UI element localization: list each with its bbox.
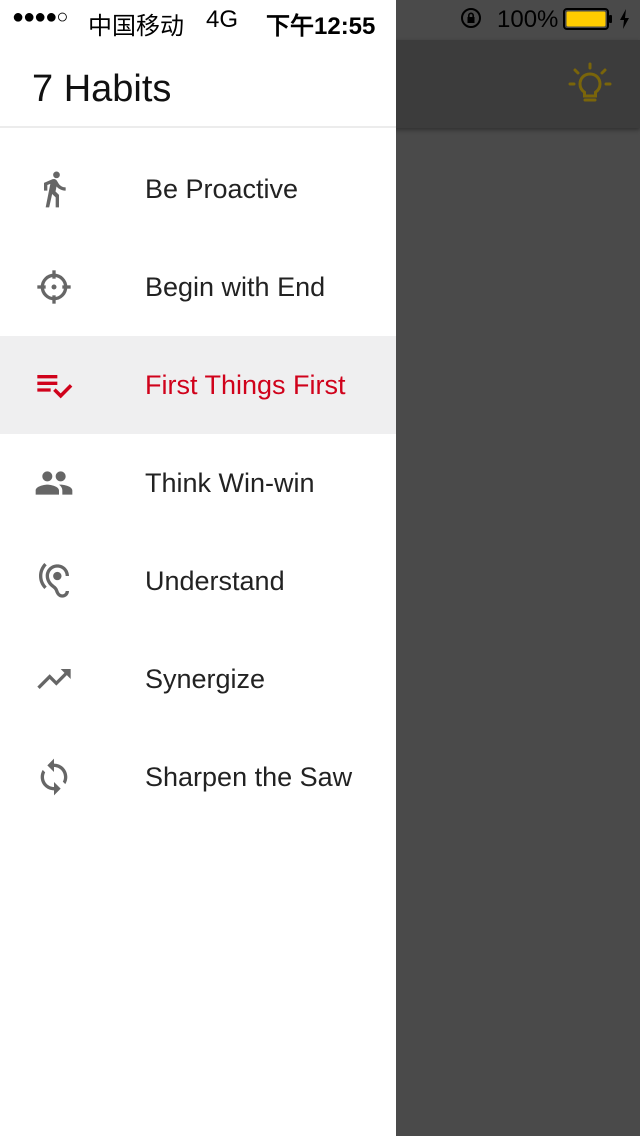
carrier-name: 中国移动 [88,13,184,40]
menu-item-label: First Things First [145,370,346,400]
menu-item-sharpen-the-saw[interactable]: Sharpen the Saw [0,728,396,826]
battery-percent: 100% [497,6,559,33]
menu-item-label: Understand [145,566,285,596]
menu-item-synergize[interactable]: Synergize [0,630,396,728]
trending-up-icon [34,659,74,699]
menu-item-label: Begin with End [145,272,326,302]
sync-icon [34,757,74,797]
menu-item-begin-with-end[interactable]: Begin with End [0,238,396,336]
menu-item-label: Synergize [145,664,266,694]
drawer-header: 7 Habits [0,40,396,128]
drawer-title: 7 Habits [32,68,172,110]
menu-item-understand[interactable]: Understand [0,532,396,630]
signal-strength: ●●●●○ [12,6,68,28]
playlist-check-icon [34,365,74,405]
navigation-drawer: 7 Habits Be Proactive Begin with End Fir… [0,0,396,1136]
rotation-lock-icon [459,6,483,37]
menu-item-label: Be Proactive [145,174,299,204]
status-bar: ●●●●○ 中国移动 4G 下午12:55 100% [0,0,640,40]
menu-item-label: Sharpen the Saw [145,762,353,792]
walk-icon [34,169,74,209]
charging-icon [618,8,632,30]
crosshair-icon [34,267,74,307]
hearing-icon [34,561,74,601]
lightbulb-icon[interactable] [566,60,614,108]
menu-item-label: Think Win-win [145,468,315,498]
people-icon [34,463,74,503]
network-type: 4G [206,6,239,33]
battery-icon [563,8,613,30]
menu-item-be-proactive[interactable]: Be Proactive [0,140,396,238]
menu-item-think-win-win[interactable]: Think Win-win [0,434,396,532]
status-time: 下午12:55 [266,13,376,40]
menu-item-first-things-first[interactable]: First Things First [0,336,396,434]
drawer-menu: Be Proactive Begin with End First Things… [0,140,396,826]
